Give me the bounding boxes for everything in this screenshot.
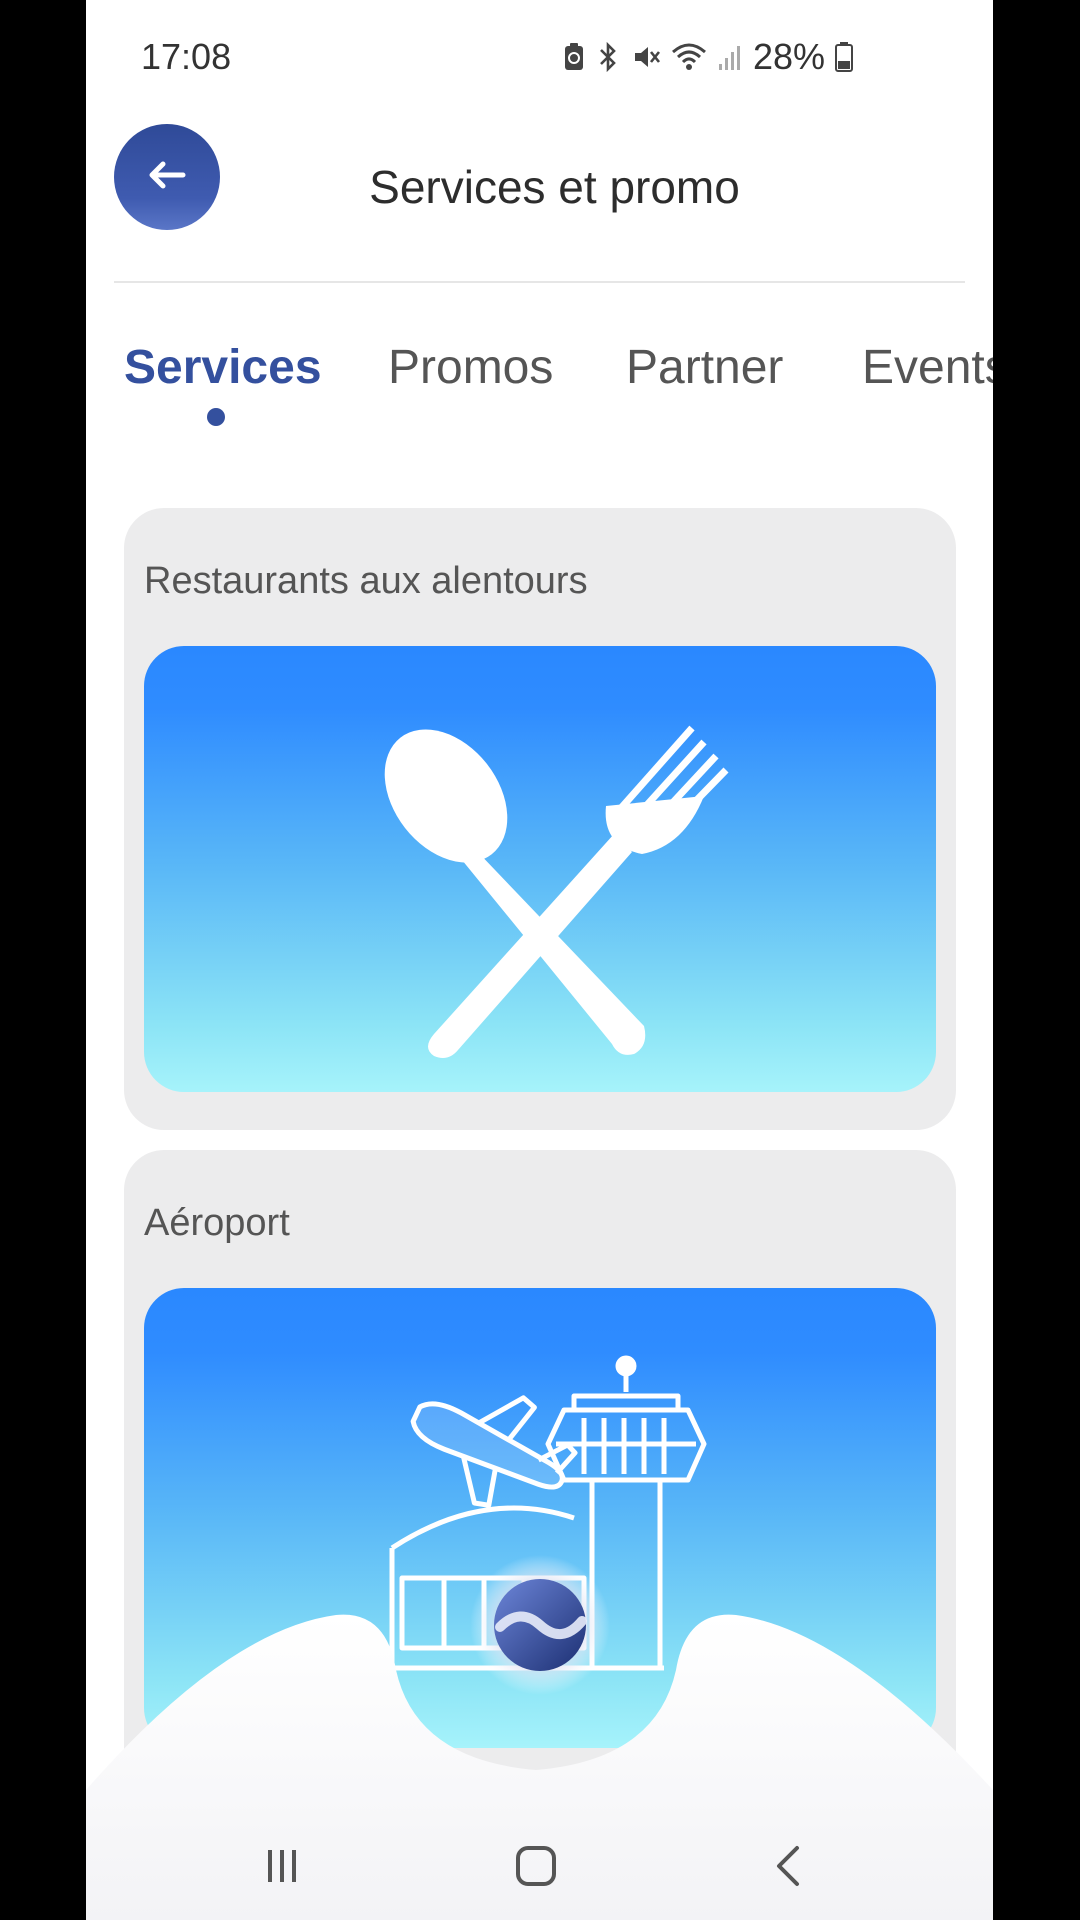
- recents-icon: [262, 1846, 302, 1891]
- tab-promos[interactable]: Promos: [388, 340, 553, 395]
- battery-percent: 28%: [752, 36, 825, 77]
- recents-button[interactable]: [252, 1838, 312, 1898]
- status-time: 17:08: [141, 36, 232, 77]
- assistant-orb-button[interactable]: [470, 1555, 610, 1695]
- system-back-button[interactable]: [758, 1838, 818, 1898]
- status-bar: 17:08 28%: [86, 0, 993, 112]
- battery-icon: [835, 41, 853, 73]
- wifi-icon: [671, 42, 707, 72]
- card-restaurants[interactable]: Restaurants aux alentours: [124, 508, 956, 1130]
- home-button[interactable]: [506, 1838, 566, 1898]
- tab-events[interactable]: Events: [862, 340, 993, 395]
- active-tab-indicator: [207, 408, 225, 426]
- header-divider: [114, 281, 965, 283]
- page-title: Services et promo: [369, 161, 740, 213]
- battery-saver-icon: [563, 42, 585, 72]
- tab-services[interactable]: Services: [124, 340, 322, 395]
- tab-bar: Services Promos Partner Events: [124, 340, 993, 440]
- card-image[interactable]: [144, 646, 936, 1092]
- chevron-left-icon: [773, 1844, 803, 1893]
- card-title: Aéroport: [144, 1202, 290, 1244]
- home-icon: [514, 1844, 558, 1893]
- mute-icon: [631, 42, 661, 72]
- app-screen: 17:08 28% Services et promo Services Pro…: [86, 0, 993, 1920]
- tab-partner[interactable]: Partner: [626, 340, 783, 395]
- signal-icon: [717, 42, 743, 72]
- bluetooth-icon: [595, 41, 621, 73]
- status-icons: 28%: [563, 36, 853, 78]
- system-nav-bar: [86, 1800, 993, 1920]
- card-title: Restaurants aux alentours: [144, 560, 588, 602]
- spoon-fork-icon: [144, 725, 936, 1092]
